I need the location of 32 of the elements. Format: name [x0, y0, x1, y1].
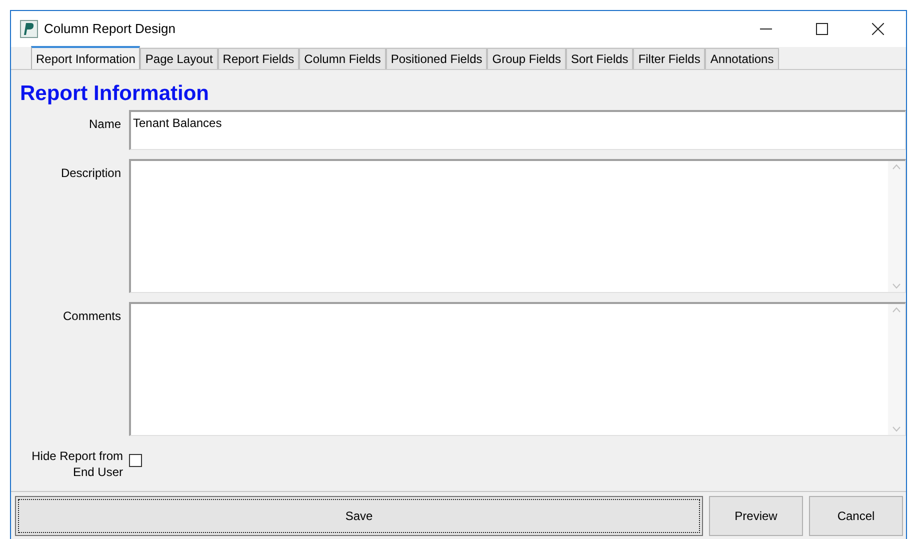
tab[interactable]: Report Information: [31, 46, 140, 69]
section-heading: Report Information: [19, 81, 209, 107]
save-button[interactable]: Save: [15, 496, 703, 536]
field-label: Comments: [62, 308, 121, 325]
tab[interactable]: Annotations: [705, 48, 779, 69]
dialog-button[interactable]: Cancel: [809, 496, 903, 536]
checkbox[interactable]: [129, 454, 142, 467]
scroll-down-icon[interactable]: [892, 283, 901, 289]
tab[interactable]: Group Fields: [487, 48, 566, 69]
field-label: Description: [60, 165, 121, 182]
name-field[interactable]: Tenant Balances: [129, 110, 906, 150]
text-area[interactable]: [129, 159, 906, 293]
tab[interactable]: Filter Fields: [633, 48, 706, 69]
field-label: Hide Report from End User: [30, 448, 123, 481]
scrollbar[interactable]: [888, 304, 905, 435]
maximize-icon: [816, 23, 828, 35]
tab[interactable]: Sort Fields: [566, 48, 634, 69]
scroll-up-icon[interactable]: [892, 307, 901, 313]
app-logo-icon: [20, 20, 38, 38]
scroll-up-icon[interactable]: [892, 164, 901, 170]
close-icon: [872, 23, 884, 35]
minimize-icon: [760, 28, 772, 30]
tab[interactable]: Positioned Fields: [386, 48, 488, 69]
tab[interactable]: Report Fields: [218, 48, 300, 69]
tab[interactable]: Page Layout: [140, 48, 218, 69]
text-area[interactable]: [129, 302, 906, 436]
field-label: Name: [88, 116, 121, 133]
scrollbar[interactable]: [888, 161, 905, 292]
scroll-down-icon[interactable]: [892, 426, 901, 432]
window-title: Column Report Design: [44, 20, 176, 38]
tab[interactable]: Column Fields: [299, 48, 386, 69]
dialog-button[interactable]: Preview: [709, 496, 803, 536]
